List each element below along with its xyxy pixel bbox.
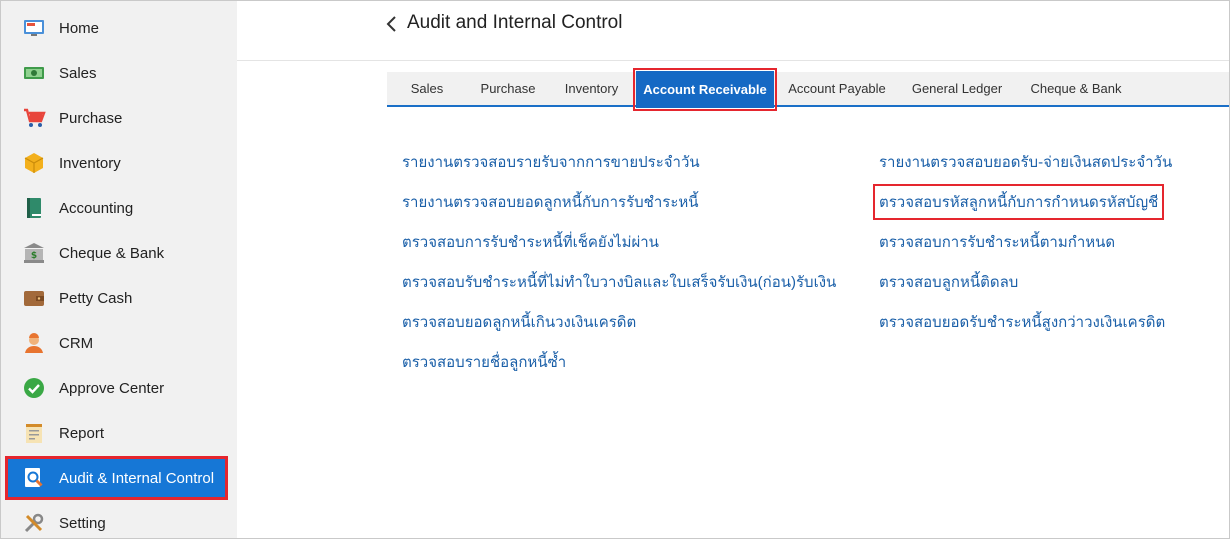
sidebar-item-label: Cheque & Bank bbox=[59, 244, 165, 262]
report-link-daily-sales-receipts[interactable]: รายงานตรวจสอบรายรับจากการขายประจำวัน bbox=[402, 150, 700, 174]
tab-account-payable[interactable]: Account Payable bbox=[779, 72, 895, 105]
sidebar: Home Sales Purchase Inventory Accounting… bbox=[1, 1, 237, 538]
svg-text:$: $ bbox=[31, 251, 37, 261]
tab-cheque-bank[interactable]: Cheque & Bank bbox=[1017, 72, 1135, 105]
sidebar-item-audit-internal-control[interactable]: Audit & Internal Control bbox=[5, 456, 228, 500]
sidebar-item-inventory[interactable]: Inventory bbox=[7, 143, 226, 183]
page-title: Audit and Internal Control bbox=[407, 12, 623, 33]
report-link-receivable-vs-payments[interactable]: รายงานตรวจสอบยอดลูกหนี้กับการรับชำระหนี้ bbox=[402, 190, 699, 214]
tab-sales[interactable]: Sales bbox=[387, 72, 467, 105]
report-link-debtor-code-account-mapping[interactable]: ตรวจสอบรหัสลูกหนี้กับการกำหนดรหัสบัญชี bbox=[872, 184, 1165, 220]
wallet-icon bbox=[22, 286, 46, 310]
sidebar-item-label: Sales bbox=[59, 64, 97, 82]
sidebar-item-label: Audit & Internal Control bbox=[59, 469, 215, 487]
sidebar-item-label: Purchase bbox=[59, 109, 123, 127]
sidebar-item-setting[interactable]: Setting bbox=[7, 503, 226, 539]
sidebar-item-accounting[interactable]: Accounting bbox=[7, 188, 226, 228]
report-link-daily-cash-in-out[interactable]: รายงานตรวจสอบยอดรับ-จ่ายเงินสดประจำวัน bbox=[879, 150, 1172, 174]
customer-icon bbox=[22, 331, 46, 355]
report-link-uncleared-cheque-payments[interactable]: ตรวจสอบการรับชำระหนี้ที่เช็คยังไม่ผ่าน bbox=[402, 230, 659, 254]
check-circle-icon bbox=[22, 376, 46, 400]
sidebar-item-label: Petty Cash bbox=[59, 289, 133, 307]
sidebar-item-petty-cash[interactable]: Petty Cash bbox=[7, 278, 226, 318]
report-link-on-time-payments[interactable]: ตรวจสอบการรับชำระหนี้ตามกำหนด bbox=[879, 230, 1115, 254]
audit-search-icon bbox=[22, 466, 46, 490]
sidebar-item-label: Inventory bbox=[59, 154, 121, 172]
sidebar-item-label: CRM bbox=[59, 334, 94, 352]
sidebar-item-label: Accounting bbox=[59, 199, 134, 217]
cart-icon bbox=[22, 106, 46, 130]
box-icon bbox=[22, 151, 46, 175]
sidebar-item-label: Approve Center bbox=[59, 379, 165, 397]
report-link-duplicate-debtors[interactable]: ตรวจสอบรายชื่อลูกหนี้ซ้ำ bbox=[402, 350, 566, 374]
sidebar-item-home[interactable]: Home bbox=[7, 8, 226, 48]
cash-icon bbox=[22, 61, 46, 85]
tab-purchase[interactable]: Purchase bbox=[467, 72, 549, 105]
report-link-negative-debtors[interactable]: ตรวจสอบลูกหนี้ติดลบ bbox=[879, 270, 1018, 294]
sidebar-item-report[interactable]: Report bbox=[7, 413, 226, 453]
report-link-payments-without-billing[interactable]: ตรวจสอบรับชำระหนี้ที่ไม่ทำใบวางบิลและใบเ… bbox=[402, 270, 836, 294]
tab-inventory[interactable]: Inventory bbox=[549, 72, 634, 105]
sidebar-item-label: Home bbox=[59, 19, 100, 37]
monitor-icon bbox=[22, 16, 46, 40]
tab-general-ledger[interactable]: General Ledger bbox=[899, 72, 1015, 105]
sidebar-item-label: Setting bbox=[59, 514, 106, 532]
report-icon bbox=[22, 421, 46, 445]
sidebar-item-approve-center[interactable]: Approve Center bbox=[7, 368, 226, 408]
bank-icon: $ bbox=[22, 241, 46, 265]
module-tabs: Sales Purchase Inventory Account Receiva… bbox=[387, 68, 1229, 111]
page-header: Audit and Internal Control bbox=[237, 1, 1229, 61]
sidebar-item-purchase[interactable]: Purchase bbox=[7, 98, 226, 138]
report-link-receivable-over-credit-limit[interactable]: ตรวจสอบยอดลูกหนี้เกินวงเงินเครดิต bbox=[402, 310, 636, 334]
back-chevron-icon[interactable] bbox=[383, 13, 401, 35]
ledger-book-icon bbox=[22, 196, 46, 220]
tools-icon bbox=[22, 511, 46, 535]
sidebar-item-cheque-bank[interactable]: $ Cheque & Bank bbox=[7, 233, 226, 273]
sidebar-item-label: Report bbox=[59, 424, 105, 442]
tab-account-receivable[interactable]: Account Receivable bbox=[633, 68, 777, 111]
sidebar-item-sales[interactable]: Sales bbox=[7, 53, 226, 93]
sidebar-item-crm[interactable]: CRM bbox=[7, 323, 226, 363]
report-link-payments-over-credit-limit[interactable]: ตรวจสอบยอดรับชำระหนี้สูงกว่าวงเงินเครดิต bbox=[879, 310, 1165, 334]
